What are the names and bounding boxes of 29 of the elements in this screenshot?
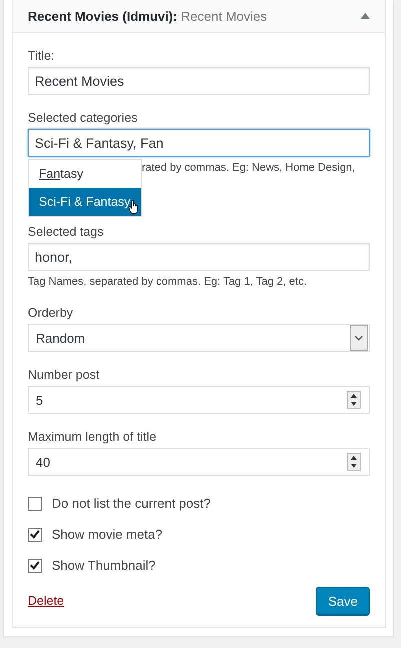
widget-title: Recent Movies (Idmuvi): Recent Movies: [28, 8, 268, 24]
text-field[interactable]: Recent Movies: [28, 67, 370, 95]
text-field[interactable]: Sci-Fi & Fantasy, Fan: [28, 129, 370, 157]
chevron-down-icon: [355, 336, 363, 340]
orderby-select[interactable]: Random: [28, 324, 370, 352]
checkbox-label: Do not list the current post?: [52, 496, 211, 511]
checkbox-label: Show Thumbnail?: [52, 558, 156, 573]
field-label: Title:: [28, 49, 56, 63]
checkbox[interactable]: [28, 528, 42, 542]
suggestion-item[interactable]: Sci-Fi & Fantasy: [29, 188, 141, 216]
field-label: Maximum length of title: [28, 430, 158, 444]
field-label: Selected tags: [28, 225, 105, 239]
hint-text: rated by commas. Eg: News, Home Design,: [142, 161, 356, 176]
checkbox-label: Show movie meta?: [52, 527, 163, 542]
field-label: Number post: [28, 368, 101, 382]
save-button[interactable]: Save: [316, 587, 370, 615]
collapse-arrow-icon[interactable]: [361, 13, 370, 19]
spinner-icon[interactable]: [347, 391, 361, 409]
number-field[interactable]: 5: [28, 386, 370, 414]
field-label: Orderby: [28, 306, 74, 320]
number-field[interactable]: 40: [28, 448, 370, 476]
hint-text: Tag Names, separated by commas. Eg: Tag 1, Tag 2, etc.: [28, 275, 308, 290]
checkbox[interactable]: [28, 558, 42, 572]
spinner-icon[interactable]: [347, 453, 361, 471]
field-label: Selected categories: [28, 111, 139, 125]
widget-header[interactable]: Recent Movies (Idmuvi): Recent Movies: [13, 0, 385, 33]
checkbox[interactable]: [28, 496, 42, 510]
text-field[interactable]: honor,: [28, 243, 370, 271]
delete-link[interactable]: Delete: [28, 594, 64, 608]
